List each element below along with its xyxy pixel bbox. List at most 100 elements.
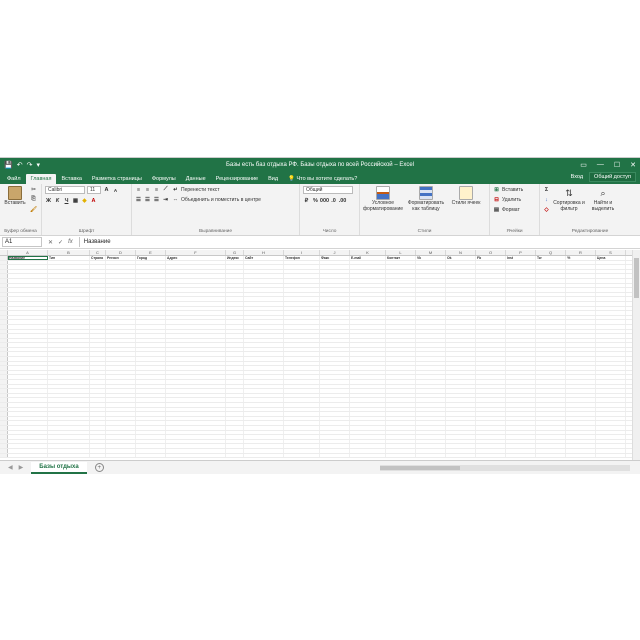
cell[interactable] [446,352,476,357]
cell[interactable] [284,407,320,412]
cell[interactable] [166,329,226,334]
cell[interactable] [136,425,166,430]
cell[interactable] [136,260,166,265]
row-header[interactable] [0,389,8,393]
cell[interactable] [320,370,350,375]
cell[interactable] [536,398,566,402]
cell[interactable] [536,361,566,366]
cell[interactable] [446,324,476,329]
cell[interactable] [166,352,226,357]
cell[interactable] [8,361,48,366]
cell[interactable] [48,453,90,458]
cell[interactable] [106,361,136,366]
cell[interactable] [48,430,90,435]
cell[interactable] [596,311,626,315]
cell[interactable] [166,384,226,389]
cell[interactable] [566,448,596,453]
cell[interactable] [106,430,136,435]
cell[interactable] [476,453,506,458]
cell[interactable] [506,329,536,334]
cell[interactable] [506,393,536,398]
cell[interactable] [106,334,136,338]
cell[interactable] [506,421,536,425]
cell[interactable] [506,311,536,315]
cell[interactable] [476,297,506,301]
select-all-corner[interactable] [0,250,8,255]
cell[interactable] [566,301,596,306]
cell[interactable] [166,265,226,269]
cell[interactable] [320,448,350,453]
cell[interactable] [8,278,48,283]
cell[interactable] [8,301,48,306]
sort-filter-button[interactable]: ⇅ Сортировка и фильтр [553,186,585,227]
cell[interactable] [446,439,476,444]
row-header[interactable] [0,265,8,269]
cell[interactable] [566,338,596,343]
cell[interactable] [226,398,244,402]
cell[interactable] [350,283,386,288]
cell[interactable] [136,439,166,444]
worksheet-grid[interactable]: ABCDEFGHIJKLMNOPQRS Название Тип Страна Рег… [0,250,632,460]
cell[interactable] [90,384,106,389]
column-header[interactable]: F [166,250,226,255]
cell[interactable] [416,412,446,416]
wrap-text-button[interactable]: ↵ Перенести текст [172,186,261,193]
row-header[interactable] [0,306,8,311]
cell[interactable] [136,347,166,352]
cell[interactable] [350,412,386,416]
cell[interactable] [48,380,90,384]
cell[interactable] [106,324,136,329]
cell[interactable] [386,311,416,315]
cell[interactable] [536,393,566,398]
cell[interactable] [166,274,226,278]
cell[interactable] [48,297,90,301]
cell[interactable] [596,416,626,421]
cell[interactable] [284,439,320,444]
cell[interactable] [106,288,136,292]
cut-icon[interactable]: ✂ [30,186,37,193]
cell[interactable] [136,453,166,458]
cell[interactable] [284,416,320,421]
cell[interactable] [244,389,284,393]
row-header[interactable] [0,361,8,366]
cell[interactable] [284,366,320,370]
cell[interactable] [476,274,506,278]
cell[interactable] [386,274,416,278]
cell[interactable] [596,412,626,416]
cell[interactable] [350,347,386,352]
row-header[interactable] [0,439,8,444]
row-header[interactable] [0,444,8,448]
cell[interactable] [476,343,506,347]
italic-button[interactable]: К [54,197,61,204]
cell[interactable] [48,334,90,338]
cell[interactable] [284,288,320,292]
cell[interactable] [476,430,506,435]
cell[interactable] [90,329,106,334]
cell[interactable] [566,425,596,430]
tell-me-search[interactable]: 💡 Что вы хотите сделать? [283,174,362,184]
cell[interactable] [136,265,166,269]
cell[interactable] [90,288,106,292]
row-header[interactable] [0,288,8,292]
cell[interactable] [166,357,226,361]
sheet-tab-active[interactable]: Базы отдыха [31,461,87,474]
row-header[interactable] [0,370,8,375]
cell[interactable] [350,320,386,324]
cell[interactable] [244,448,284,453]
cell[interactable] [106,370,136,375]
cell[interactable] [446,444,476,448]
cell[interactable] [350,375,386,380]
cell[interactable] [536,269,566,274]
cell[interactable] [284,357,320,361]
cell[interactable] [416,453,446,458]
cell[interactable] [350,338,386,343]
cell[interactable] [506,352,536,357]
cell[interactable] [90,407,106,412]
cell[interactable] [446,265,476,269]
cell[interactable] [284,430,320,435]
cell[interactable] [386,444,416,448]
cell[interactable] [320,338,350,343]
cell[interactable] [386,439,416,444]
cell[interactable] [284,329,320,334]
cell[interactable] [48,412,90,416]
